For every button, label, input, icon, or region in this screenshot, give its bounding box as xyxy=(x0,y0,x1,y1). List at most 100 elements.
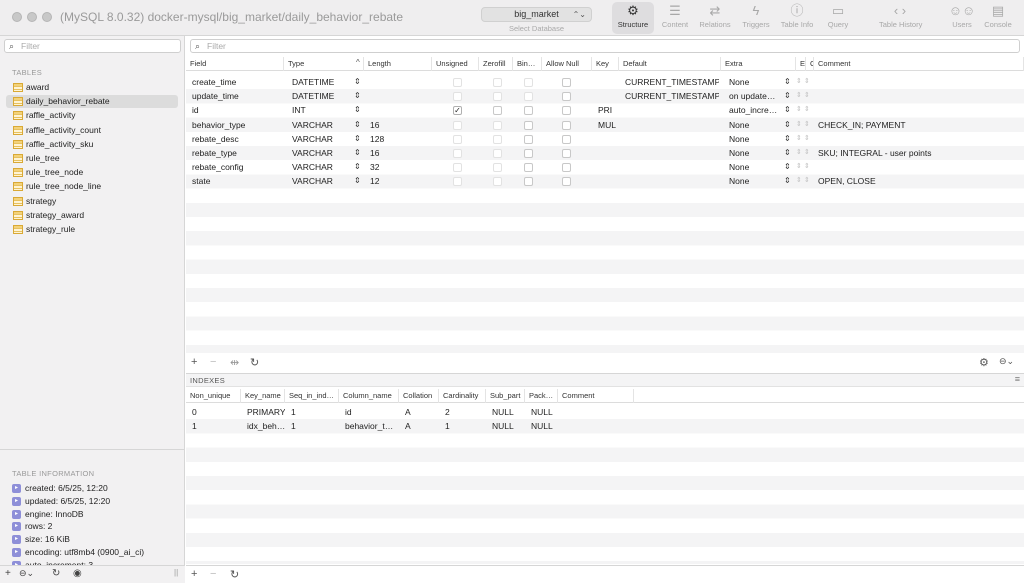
structure-cell-type[interactable]: VARCHAR xyxy=(286,174,356,188)
toolbar-console-button[interactable]: ▤ Console xyxy=(977,2,1019,34)
structure-cell-default[interactable]: CURRENT_TIMESTAMP xyxy=(619,89,719,103)
structure-cell-comment[interactable]: SKU; INTEGRAL - user points xyxy=(812,146,1022,160)
index-row[interactable]: 0 PRIMARY 1 id A 2 NULL NULL xyxy=(186,405,1024,419)
checkbox-allow-null[interactable] xyxy=(562,134,571,144)
minimize-window-button[interactable] xyxy=(27,12,37,22)
checkbox-allow-null[interactable] xyxy=(562,106,571,116)
extra-stepper-icon[interactable]: ⇕ xyxy=(784,160,791,174)
toolbar-triggers-button[interactable]: ϟ Triggers xyxy=(735,2,777,34)
structure-cell-comment[interactable] xyxy=(812,75,1022,89)
sidebar-table-item[interactable]: daily_behavior_rebate xyxy=(6,95,178,109)
type-stepper-icon[interactable]: ⇕ xyxy=(354,118,361,132)
structure-cell-default[interactable] xyxy=(619,174,719,188)
collation-stepper-icon[interactable]: ⇕ xyxy=(804,89,810,103)
index-column-header[interactable]: Non_unique xyxy=(186,389,241,403)
structure-row[interactable]: id INT ⇕ ✓ PRI auto_incre… ⇕ ⇕ ⇕ xyxy=(186,103,1024,117)
sidebar-table-item[interactable]: rule_tree_node_line xyxy=(6,180,178,193)
structure-cell-key[interactable] xyxy=(592,146,619,160)
index-cell[interactable]: A xyxy=(399,405,439,419)
checkbox-zerofill[interactable] xyxy=(493,163,502,173)
index-column-header[interactable]: Pack… xyxy=(525,389,558,403)
structure-cell-key[interactable] xyxy=(592,174,619,188)
index-cell[interactable]: A xyxy=(399,419,439,433)
index-column-header[interactable]: Seq_in_ind… xyxy=(285,389,339,403)
gear-icon[interactable]: ⚙ xyxy=(979,356,989,369)
encoding-stepper-icon[interactable]: ⇕ xyxy=(796,118,802,132)
index-cell[interactable]: 1 xyxy=(285,419,339,433)
structure-cell-length[interactable] xyxy=(364,75,432,89)
field-filter-input[interactable]: ⌕ Filter xyxy=(190,39,1020,53)
index-column-header[interactable]: Comment xyxy=(558,389,634,403)
close-window-button[interactable] xyxy=(12,12,22,22)
structure-cell-comment[interactable]: CHECK_IN; PAYMENT xyxy=(812,118,1022,132)
sidebar-table-item[interactable]: rule_tree_node xyxy=(6,166,178,179)
checkbox-zerofill[interactable] xyxy=(493,92,502,102)
index-cell[interactable]: NULL xyxy=(486,405,525,419)
index-cell[interactable]: 1 xyxy=(285,405,339,419)
collation-stepper-icon[interactable]: ⇕ xyxy=(804,75,810,89)
structure-cell-comment[interactable] xyxy=(812,160,1022,174)
index-column-header[interactable]: Sub_part xyxy=(486,389,525,403)
sidebar-table-item[interactable]: strategy_rule xyxy=(6,223,178,236)
add-table-button[interactable]: + xyxy=(5,568,11,579)
structure-cell-extra[interactable]: None xyxy=(723,132,785,146)
checkbox-zerofill[interactable] xyxy=(493,106,502,116)
collation-stepper-icon[interactable]: ⇕ xyxy=(804,118,810,132)
checkbox-zerofill[interactable] xyxy=(493,78,502,87)
structure-column-header[interactable]: Default xyxy=(619,57,721,71)
structure-cell-key[interactable] xyxy=(592,132,619,146)
checkbox-binary[interactable] xyxy=(524,134,533,144)
structure-cell-key[interactable]: MUL xyxy=(592,118,619,132)
checkbox-allow-null[interactable] xyxy=(562,120,571,130)
index-cell[interactable]: 1 xyxy=(439,419,486,433)
structure-cell-field[interactable]: rebate_desc xyxy=(186,132,284,146)
structure-row[interactable]: create_time DATETIME ⇕ CURRENT_TIMESTAMP Non… xyxy=(186,75,1024,89)
structure-cell-field[interactable]: rebate_config xyxy=(186,160,284,174)
checkbox-unsigned[interactable] xyxy=(453,134,462,144)
checkbox-unsigned[interactable] xyxy=(453,120,462,130)
index-cell[interactable]: behavior_t… xyxy=(339,419,399,433)
structure-cell-length[interactable]: 128 xyxy=(364,132,432,146)
structure-cell-comment[interactable]: OPEN, CLOSE xyxy=(812,174,1022,188)
structure-cell-default[interactable] xyxy=(619,132,719,146)
extra-stepper-icon[interactable]: ⇕ xyxy=(784,103,791,117)
structure-row[interactable]: behavior_type VARCHAR ⇕ 16 MUL None ⇕ ⇕ ⇕ CHECK_I… xyxy=(186,118,1024,132)
checkbox-zerofill[interactable] xyxy=(493,134,502,144)
structure-cell-extra[interactable]: None xyxy=(723,118,785,132)
collation-stepper-icon[interactable]: ⇕ xyxy=(804,174,810,188)
checkbox-zerofill[interactable] xyxy=(493,177,502,187)
structure-cell-default[interactable] xyxy=(619,160,719,174)
index-cell[interactable]: NULL xyxy=(486,419,525,433)
sidebar-table-item[interactable]: raffle_activity_count xyxy=(6,124,178,137)
structure-column-header[interactable]: Bin… xyxy=(513,57,542,71)
checkbox-unsigned[interactable] xyxy=(453,78,462,87)
sidebar-table-item[interactable]: rule_tree xyxy=(6,152,178,165)
index-row[interactable]: 1 idx_beh… 1 behavior_t… A 1 NULL NULL xyxy=(186,419,1024,433)
toolbar-structure-button[interactable]: ⚙ Structure xyxy=(612,2,654,34)
structure-cell-default[interactable] xyxy=(619,118,719,132)
index-cell[interactable]: NULL xyxy=(525,405,558,419)
type-stepper-icon[interactable]: ⇕ xyxy=(354,146,361,160)
encoding-stepper-icon[interactable]: ⇕ xyxy=(796,174,802,188)
structure-cell-type[interactable]: VARCHAR xyxy=(286,160,356,174)
encoding-stepper-icon[interactable]: ⇕ xyxy=(796,75,802,89)
structure-cell-length[interactable]: 16 xyxy=(364,146,432,160)
extra-stepper-icon[interactable]: ⇕ xyxy=(784,118,791,132)
encoding-stepper-icon[interactable]: ⇕ xyxy=(796,89,802,103)
collation-stepper-icon[interactable]: ⇕ xyxy=(804,146,810,160)
checkbox-binary[interactable] xyxy=(524,78,533,87)
structure-cell-default[interactable] xyxy=(619,146,719,160)
structure-cell-field[interactable]: rebate_type xyxy=(186,146,284,160)
extra-stepper-icon[interactable]: ⇕ xyxy=(784,89,791,103)
structure-cell-type[interactable]: DATETIME xyxy=(286,75,356,89)
structure-column-header[interactable]: Length xyxy=(364,57,432,71)
collation-stepper-icon[interactable]: ⇕ xyxy=(804,103,810,117)
index-cell[interactable]: NULL xyxy=(525,419,558,433)
structure-cell-default[interactable] xyxy=(619,103,719,117)
toolbar-table-history-button[interactable]: ‹ › Table History xyxy=(879,2,922,34)
structure-cell-length[interactable] xyxy=(364,103,432,117)
sidebar-table-item[interactable]: strategy xyxy=(6,195,178,208)
structure-cell-default[interactable]: CURRENT_TIMESTAMP xyxy=(619,75,719,89)
structure-cell-field[interactable]: id xyxy=(186,103,284,117)
checkbox-allow-null[interactable] xyxy=(562,177,571,187)
